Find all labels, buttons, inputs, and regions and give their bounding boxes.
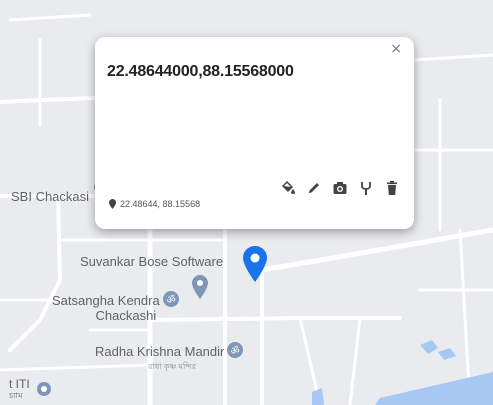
location-marker-icon[interactable] bbox=[243, 246, 267, 282]
place-label-satsangha-line2: Chackashi bbox=[95, 308, 157, 323]
svg-text:ॐ: ॐ bbox=[230, 345, 239, 357]
place-label-satsangha[interactable]: Satsangha Kendra Chackashi bbox=[52, 293, 160, 323]
popup-toolbar bbox=[280, 180, 400, 196]
place-label-sbi[interactable]: SBI Chackasi bbox=[11, 189, 89, 204]
camera-icon[interactable] bbox=[332, 180, 348, 196]
place-label-satsangha-line1: Satsangha Kendra bbox=[52, 293, 160, 308]
popup-coordinates: 22.48644, 88.15568 bbox=[109, 199, 200, 209]
place-label-iti-line1: t ITI bbox=[9, 377, 30, 391]
place-label-iti[interactable]: t ITI চ্যাম bbox=[9, 378, 30, 402]
location-info-popup: × 22.48644000,88.15568000 22.48644, 88.1… bbox=[95, 37, 414, 229]
place-poi-icon[interactable] bbox=[192, 275, 208, 299]
school-poi-icon[interactable] bbox=[37, 382, 51, 396]
temple-poi-icon[interactable]: ॐ bbox=[163, 291, 179, 307]
popup-coordinates-text: 22.48644, 88.15568 bbox=[120, 199, 201, 209]
map-view[interactable]: SBI Chackasi Suvankar Bose Software Sats… bbox=[0, 0, 493, 405]
mandir-poi-icon[interactable]: ॐ bbox=[227, 342, 243, 358]
trash-icon[interactable] bbox=[384, 180, 400, 196]
place-label-suvankar[interactable]: Suvankar Bose Software bbox=[80, 254, 223, 269]
tuning-fork-icon[interactable] bbox=[358, 180, 374, 196]
paint-bucket-icon[interactable] bbox=[280, 180, 296, 196]
pin-icon bbox=[109, 199, 116, 209]
place-label-radha-sub: রাধা কৃষ্ণ মন্দির bbox=[148, 362, 197, 371]
popup-title: 22.48644000,88.15568000 bbox=[107, 63, 294, 80]
place-label-iti-line2: চ্যাম bbox=[9, 391, 23, 400]
svg-text:ॐ: ॐ bbox=[166, 294, 175, 306]
pencil-icon[interactable] bbox=[306, 180, 322, 196]
close-popup-button[interactable]: × bbox=[390, 41, 402, 57]
place-label-radha[interactable]: Radha Krishna Mandir bbox=[95, 344, 224, 359]
